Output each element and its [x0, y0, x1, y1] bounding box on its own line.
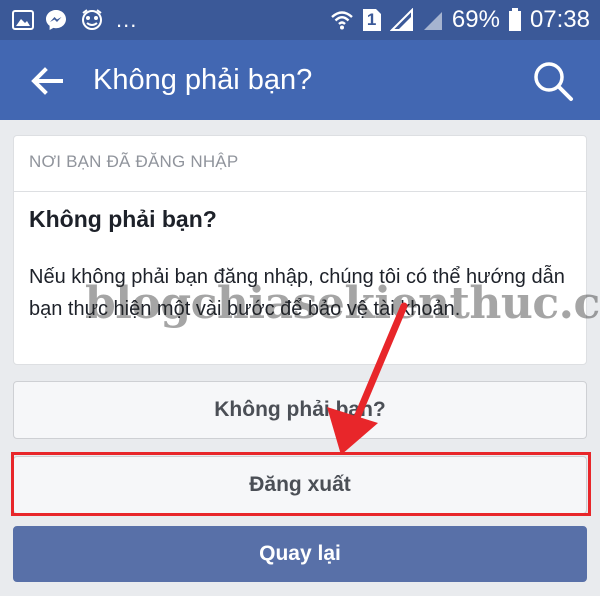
logout-button[interactable]: Đăng xuất	[13, 456, 587, 514]
status-bar: ... 1 69% 07:38	[0, 0, 600, 40]
not-you-button[interactable]: Không phải bạn?	[13, 381, 587, 439]
login-location-card: NƠI BẠN ĐÃ ĐĂNG NHẬP Không phải bạn? Nếu…	[13, 135, 587, 365]
messenger-icon	[46, 10, 66, 30]
sim-slot-number: 1	[366, 10, 377, 29]
search-icon[interactable]	[532, 60, 574, 102]
back-button[interactable]: Quay lại	[13, 526, 587, 582]
page-title: Không phải bạn?	[93, 64, 313, 96]
wifi-icon	[331, 11, 353, 30]
gallery-icon	[12, 10, 34, 30]
sim-icon: 1	[362, 8, 382, 32]
battery-percent: 69%	[451, 6, 500, 33]
clock: 07:38	[529, 6, 590, 33]
app-bar: Không phải bạn?	[0, 40, 600, 120]
signal-icon	[389, 8, 413, 31]
card-header: NƠI BẠN ĐÃ ĐĂNG NHẬP	[14, 136, 586, 192]
card-description: Nếu không phải bạn đăng nhập, chúng tôi …	[29, 266, 565, 320]
game-icon	[82, 9, 102, 30]
back-arrow-icon[interactable]	[30, 64, 64, 98]
card-header-label: NƠI BẠN ĐÃ ĐĂNG NHẬP	[29, 152, 239, 171]
status-right-icons: 1 69% 07:38	[330, 6, 590, 34]
signal-icon-2	[423, 12, 442, 30]
status-left-icons: ...	[12, 8, 137, 32]
more-notifications: ...	[116, 7, 138, 32]
card-title: Không phải bạn?	[29, 206, 217, 232]
battery-icon	[508, 8, 521, 31]
